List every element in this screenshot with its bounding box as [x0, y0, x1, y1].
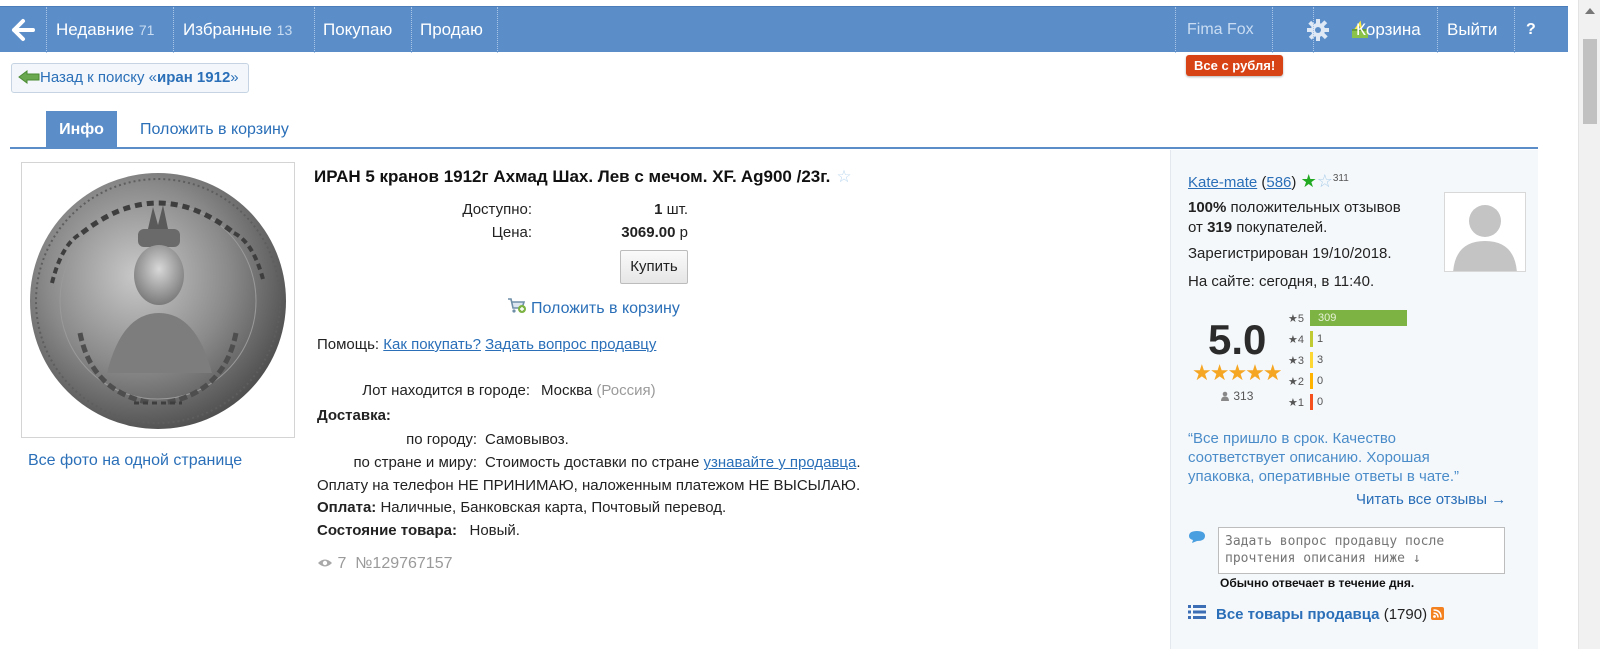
back-arrow-icon[interactable]	[0, 7, 46, 53]
rating-bar	[1310, 331, 1313, 347]
buy-button[interactable]: Купить	[620, 250, 688, 284]
delivery-label: Доставка:	[317, 407, 391, 424]
top-nav-bar: Недавние 71 Избранные 13 Покупаю Продаю …	[0, 6, 1568, 53]
nav-user-name[interactable]: Fima Fox	[1187, 7, 1254, 53]
seller-positive: 100% положительных отзывов от 319 покупа…	[1188, 199, 1401, 236]
rating-row-count: 3	[1317, 354, 1324, 366]
city-value: Москва (Россия)	[541, 382, 656, 399]
read-all-reviews-link[interactable]: Читать все отзывы →	[1356, 491, 1506, 508]
views-row: 7 №129767157	[317, 555, 453, 573]
user-icon	[1220, 390, 1230, 404]
scrollbar[interactable]	[1578, 0, 1600, 649]
tab-info[interactable]: Инфо	[46, 111, 117, 148]
chat-bubble-icon	[1188, 530, 1206, 548]
rating-bar	[1310, 352, 1313, 368]
price-value: 3069.00 р	[621, 224, 688, 241]
rating-row-stars: ★1	[1288, 397, 1304, 409]
nav-logout[interactable]: Выйти	[1447, 7, 1497, 53]
eye-icon	[317, 555, 333, 573]
payment-note: Оплату на телефон НЕ ПРИНИМАЮ, наложенны…	[317, 477, 861, 494]
payment-row: Оплата: Наличные, Банковская карта, Почт…	[317, 499, 727, 516]
favorite-star-icon[interactable]: ☆	[836, 167, 851, 186]
score-stars-icon: ★★★★★	[1192, 360, 1283, 385]
delivery-world-label: по стране и миру:	[353, 454, 477, 471]
green-back-arrow-icon	[18, 66, 40, 94]
seller-online: На сайте: сегодня, в 11:40.	[1188, 273, 1375, 290]
lot-photo[interactable]	[21, 162, 295, 438]
add-to-cart-link[interactable]: Положить в корзину	[507, 297, 680, 320]
nav-selling[interactable]: Продаю	[420, 7, 483, 53]
nav-help[interactable]: ?	[1526, 7, 1536, 53]
review-quote: “Все пришло в срок. Качество соответству…	[1188, 430, 1460, 485]
all-photos-link[interactable]: Все фото на одной странице	[28, 452, 242, 470]
back-to-search-button[interactable]: Назад к поиску «иран 1912»	[11, 63, 249, 93]
rating-row-stars: ★2	[1288, 376, 1304, 388]
lot-title: ИРАН 5 кранов 1912г Ахмад Шах. Лев с меч…	[314, 167, 852, 186]
reviews-total: 313	[1220, 389, 1253, 404]
seller-registered: Зарегистрирован 19/10/2018.	[1188, 245, 1392, 262]
seller-avatar[interactable]	[1444, 192, 1526, 272]
price-label: Цена:	[491, 224, 532, 241]
ask-seller-delivery-link[interactable]: узнавайте у продавца	[703, 454, 856, 471]
nav-recent[interactable]: Недавние 71	[56, 7, 154, 53]
rating-row-count: 1	[1317, 333, 1324, 345]
rss-icon[interactable]	[1431, 607, 1445, 624]
cart-add-icon	[507, 297, 527, 320]
gear-icon[interactable]	[1306, 18, 1330, 42]
help-row: Помощь: Как покупать? Задать вопрос прод…	[317, 336, 657, 353]
nav-cart[interactable]: Корзина	[1356, 7, 1421, 53]
delivery-world-value: Стоимость доставки по стране узнавайте у…	[485, 454, 861, 471]
rating-row-count: 0	[1317, 375, 1324, 387]
promo-badge[interactable]: Все с рубля!	[1186, 55, 1284, 76]
rating-row-stars: ★3	[1288, 355, 1304, 367]
how-to-buy-link[interactable]: Как покупать?	[383, 336, 481, 353]
available-label: Доступно:	[462, 201, 532, 218]
rating-row-count: 0	[1317, 396, 1324, 408]
delivery-city-value: Самовывоз.	[485, 431, 569, 448]
rating-row-stars: ★5	[1288, 313, 1304, 325]
all-goods-row: Все товары продавца (1790)	[1188, 605, 1445, 624]
ask-seller-link[interactable]: Задать вопрос продавцу	[485, 336, 656, 353]
scroll-up-icon[interactable]	[1585, 8, 1595, 14]
reply-time: Обычно отвечает в течение дня.	[1220, 576, 1415, 590]
available-value: 1 шт.	[654, 201, 688, 218]
all-goods-link[interactable]: Все товары продавца	[1216, 606, 1380, 623]
condition-row: Состояние товара: Новый.	[317, 522, 520, 539]
list-icon	[1188, 605, 1206, 623]
green-star-icon: ★	[1300, 171, 1317, 191]
city-label: Лот находится в городе:	[362, 382, 530, 399]
seller-name-row: Kate-mate (586) ★☆311	[1188, 171, 1349, 191]
scrollbar-thumb[interactable]	[1583, 39, 1597, 124]
seller-name-link[interactable]: Kate-mate	[1188, 174, 1257, 191]
rating-bar	[1310, 373, 1313, 389]
rating-row-count: 309	[1318, 312, 1337, 324]
rating-row-stars: ★4	[1288, 334, 1304, 346]
seller-rating-link[interactable]: 586	[1266, 174, 1291, 191]
nav-favorites[interactable]: Избранные 13	[183, 7, 292, 53]
ask-seller-textarea[interactable]	[1218, 527, 1505, 574]
star-outline-icon: ☆	[1316, 171, 1333, 191]
rating-bar	[1310, 394, 1313, 410]
tab-add-to-cart[interactable]: Положить в корзину	[140, 111, 289, 148]
delivery-city-label: по городу:	[406, 431, 477, 448]
nav-buying[interactable]: Покупаю	[323, 7, 392, 53]
tab-underline	[10, 147, 1538, 149]
seller-score: 5.0	[1208, 316, 1267, 363]
